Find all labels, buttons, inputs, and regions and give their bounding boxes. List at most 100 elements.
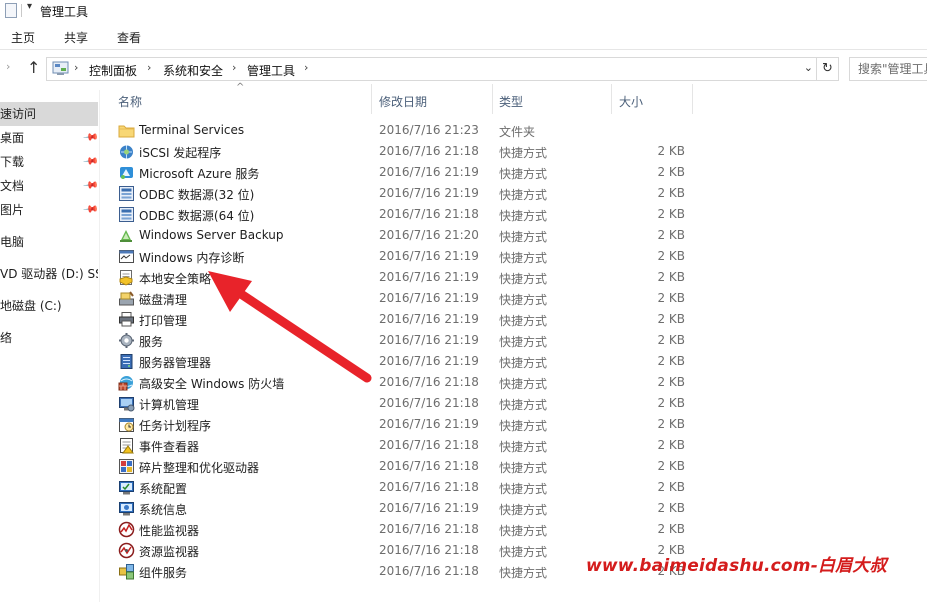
file-name: 计算机管理 — [139, 398, 200, 412]
file-row[interactable]: 计算机管理 2016/7/16 21:18 快捷方式 2 KB — [101, 393, 927, 414]
file-type: 快捷方式 — [499, 167, 548, 181]
nav-network[interactable]: 络 — [0, 326, 98, 350]
file-name: 系统配置 — [139, 482, 188, 496]
printer-icon — [119, 312, 134, 327]
file-row[interactable]: Windows 内存诊断 2016/7/16 21:19 快捷方式 2 KB — [101, 246, 927, 267]
tab-home[interactable]: 主页 — [11, 29, 35, 46]
file-size: 2 KB — [657, 165, 685, 179]
quick-access-dropdown-icon[interactable]: ▾ — [27, 1, 32, 12]
system-config-icon — [119, 481, 134, 495]
file-size: 2 KB — [657, 186, 685, 200]
nav-item-label: 速访问 — [0, 107, 37, 121]
resource-monitor-icon — [118, 542, 135, 559]
file-row[interactable]: 系统信息 2016/7/16 21:19 快捷方式 2 KB — [101, 498, 927, 519]
address-bar[interactable]: › 控制面板 › 系统和安全 › 管理工具 › ⌄ — [46, 57, 817, 81]
column-header-size[interactable]: 大小 — [619, 93, 643, 110]
file-type: 文件夹 — [499, 125, 536, 139]
azure-icon — [120, 167, 133, 179]
nav-desktop[interactable]: 桌面 📌 — [0, 126, 98, 150]
file-modified-date: 2016/7/16 21:19 — [379, 417, 479, 431]
file-row[interactable]: ODBC 数据源(32 位) 2016/7/16 21:19 快捷方式 2 KB — [101, 183, 927, 204]
file-row[interactable]: Windows Server Backup 2016/7/16 21:20 快捷方式… — [101, 225, 927, 246]
file-row[interactable]: iSCSI 发起程序 2016/7/16 21:18 快捷方式 2 KB — [101, 141, 927, 162]
file-type: 快捷方式 — [499, 314, 548, 328]
file-size: 2 KB — [657, 375, 685, 389]
watermark: www.baimeidashu.com-白眉大叔 — [586, 556, 887, 576]
file-type: 快捷方式 — [499, 146, 548, 160]
file-type: 快捷方式 — [499, 293, 548, 307]
file-type: 快捷方式 — [499, 272, 548, 286]
file-row[interactable]: 高级安全 Windows 防火墙 2016/7/16 21:18 快捷方式 2 KB — [101, 372, 927, 393]
nav-local-disk[interactable]: 地磁盘 (C:) — [0, 294, 98, 318]
file-modified-date: 2016/7/16 21:19 — [379, 291, 479, 305]
pin-icon[interactable]: 📌 — [78, 126, 98, 150]
nav-pictures[interactable]: 图片 📌 — [0, 198, 98, 222]
file-size: 2 KB — [657, 459, 685, 473]
file-row[interactable]: 打印管理 2016/7/16 21:19 快捷方式 2 KB — [101, 309, 927, 330]
file-name: 磁盘清理 — [139, 293, 188, 307]
file-row[interactable]: Microsoft Azure 服务 2016/7/16 21:19 快捷方式 2 K… — [101, 162, 927, 183]
address-dropdown-icon[interactable]: ⌄ — [804, 61, 813, 74]
pin-icon[interactable]: 📌 — [78, 198, 98, 222]
memory-icon — [119, 250, 134, 263]
file-row[interactable]: 任务计划程序 2016/7/16 21:19 快捷方式 2 KB — [101, 414, 927, 435]
file-name: Terminal Services — [139, 123, 245, 137]
file-type: 快捷方式 — [499, 440, 548, 454]
control-panel-icon — [52, 61, 69, 75]
nav-this-pc[interactable]: 电脑 — [0, 230, 98, 254]
document-icon[interactable] — [5, 3, 17, 18]
column-header-type[interactable]: 类型 — [499, 93, 523, 110]
tab-view[interactable]: 查看 — [117, 29, 141, 46]
file-row[interactable]: 事件查看器 2016/7/16 21:18 快捷方式 2 KB — [101, 435, 927, 456]
file-modified-date: 2016/7/16 21:23 — [379, 123, 479, 137]
file-row[interactable]: 系统配置 2016/7/16 21:18 快捷方式 2 KB — [101, 477, 927, 498]
file-type: 快捷方式 — [499, 335, 548, 349]
breadcrumb-chevron-icon[interactable]: › — [147, 61, 151, 74]
file-row[interactable]: ODBC 数据源(64 位) 2016/7/16 21:18 快捷方式 2 KB — [101, 204, 927, 225]
toolbar-divider — [21, 4, 22, 17]
nav-item-label: 下载 — [0, 155, 25, 169]
file-size: 2 KB — [657, 501, 685, 515]
file-name: 事件查看器 — [139, 440, 200, 454]
breadcrumb-chevron-icon[interactable]: › — [304, 61, 308, 74]
file-modified-date: 2016/7/16 21:18 — [379, 375, 479, 389]
breadcrumb-chevron-icon[interactable]: › — [232, 61, 236, 74]
breadcrumb-admin-tools[interactable]: 管理工具 — [247, 62, 295, 79]
nav-quick-access[interactable]: 速访问 — [0, 102, 98, 126]
forward-icon[interactable]: › — [6, 60, 10, 73]
nav-item-label: VD 驱动器 (D:) SSS — [0, 267, 98, 281]
breadcrumb-control-panel[interactable]: 控制面板 — [89, 62, 137, 79]
file-row[interactable]: 服务器管理器 2016/7/16 21:19 快捷方式 2 KB — [101, 351, 927, 372]
file-modified-date: 2016/7/16 21:19 — [379, 270, 479, 284]
breadcrumb-chevron-icon[interactable]: › — [74, 61, 78, 74]
file-size: 2 KB — [657, 522, 685, 536]
pin-icon[interactable]: 📌 — [78, 150, 98, 174]
refresh-button[interactable]: ↻ — [817, 57, 839, 81]
file-row[interactable]: 服务 2016/7/16 21:19 快捷方式 2 KB — [101, 330, 927, 351]
column-divider[interactable] — [492, 84, 493, 114]
tab-share[interactable]: 共享 — [64, 29, 88, 46]
column-divider[interactable] — [371, 84, 372, 114]
file-row[interactable]: Terminal Services 2016/7/16 21:23 文件夹 — [101, 120, 927, 141]
breadcrumb-system-security[interactable]: 系统和安全 — [163, 62, 223, 79]
file-size: 2 KB — [657, 480, 685, 494]
column-divider[interactable] — [611, 84, 612, 114]
column-headers: ^ 名称 修改日期 类型 大小 — [101, 82, 927, 116]
column-divider[interactable] — [692, 84, 693, 114]
search-input[interactable]: 搜索"管理工具" — [849, 57, 927, 81]
file-size: 2 KB — [657, 144, 685, 158]
file-row[interactable]: 碎片整理和优化驱动器 2016/7/16 21:18 快捷方式 2 KB — [101, 456, 927, 477]
file-row[interactable]: 磁盘清理 2016/7/16 21:19 快捷方式 2 KB — [101, 288, 927, 309]
column-header-date[interactable]: 修改日期 — [379, 93, 427, 110]
nav-documents[interactable]: 文档 📌 — [0, 174, 98, 198]
nav-dvd-drive[interactable]: VD 驱动器 (D:) SSS — [0, 262, 98, 286]
file-name: Windows 内存诊断 — [139, 251, 245, 265]
pin-icon[interactable]: 📌 — [78, 174, 98, 198]
column-header-name[interactable]: 名称 — [118, 93, 142, 110]
file-name: ODBC 数据源(64 位) — [139, 209, 255, 223]
nav-downloads[interactable]: 下载 📌 — [0, 150, 98, 174]
up-arrow-icon[interactable]: ↑ — [27, 58, 40, 77]
file-row[interactable]: 性能监视器 2016/7/16 21:18 快捷方式 2 KB — [101, 519, 927, 540]
refresh-icon: ↻ — [822, 61, 833, 76]
file-row[interactable]: 本地安全策略 2016/7/16 21:19 快捷方式 2 KB — [101, 267, 927, 288]
